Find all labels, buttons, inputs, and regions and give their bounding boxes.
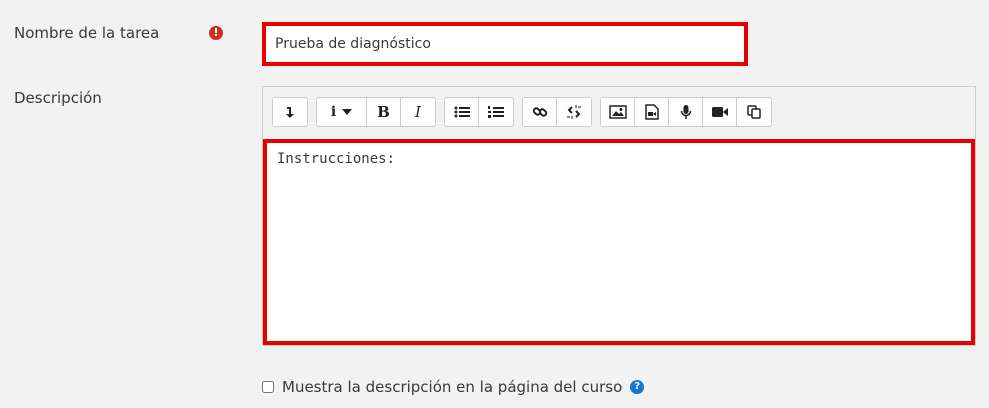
media-button[interactable] xyxy=(635,98,669,126)
editor-toolbar: i B I xyxy=(272,97,780,127)
task-name-field-wrapper xyxy=(262,22,748,66)
unordered-list-button[interactable] xyxy=(445,98,479,126)
record-video-button[interactable] xyxy=(703,98,737,126)
required-icon: ! xyxy=(209,26,223,40)
bold-icon: B xyxy=(377,103,390,121)
manage-files-button[interactable] xyxy=(737,98,771,126)
manage-files-icon xyxy=(747,105,761,119)
image-button[interactable] xyxy=(601,98,635,126)
ordered-list-icon xyxy=(488,106,504,118)
collapse-toolbar-button[interactable] xyxy=(273,98,307,126)
italic-button[interactable]: I xyxy=(401,98,435,126)
record-video-icon xyxy=(711,107,728,117)
italic-icon: I xyxy=(415,103,421,121)
task-name-label: Nombre de la tarea xyxy=(14,24,160,42)
media-file-icon xyxy=(644,104,659,120)
ordered-list-button[interactable] xyxy=(479,98,513,126)
image-icon xyxy=(608,105,627,119)
editor-content-wrapper: Instrucciones: xyxy=(263,139,975,345)
description-editor: i B I Instrucciones: xyxy=(262,86,976,346)
paragraph-styles-icon: i xyxy=(330,104,337,120)
show-description-row: Muestra la descripción en la página del … xyxy=(262,378,645,396)
toolbar-group-media xyxy=(600,97,772,127)
collapse-toolbar-icon xyxy=(286,107,294,118)
record-audio-icon xyxy=(680,105,691,119)
chevron-down-icon xyxy=(342,109,353,115)
paragraph-styles-button[interactable]: i xyxy=(317,98,367,126)
bold-button[interactable]: B xyxy=(367,98,401,126)
toolbar-group-style: i B I xyxy=(316,97,436,127)
toolbar-group-links xyxy=(522,97,592,127)
record-audio-button[interactable] xyxy=(669,98,703,126)
description-label: Descripción xyxy=(14,89,102,107)
show-description-label: Muestra la descripción en la página del … xyxy=(282,378,623,396)
toolbar-group-collapse xyxy=(272,97,308,127)
unlink-button[interactable] xyxy=(557,98,591,126)
task-name-input[interactable] xyxy=(266,26,744,62)
link-icon xyxy=(532,107,547,117)
help-icon[interactable]: ? xyxy=(630,380,645,394)
link-button[interactable] xyxy=(523,98,557,126)
unlink-icon xyxy=(567,105,581,119)
description-textarea[interactable]: Instrucciones: xyxy=(267,143,971,341)
toolbar-group-lists xyxy=(444,97,514,127)
show-description-checkbox[interactable] xyxy=(262,381,274,393)
unordered-list-icon xyxy=(454,106,470,118)
